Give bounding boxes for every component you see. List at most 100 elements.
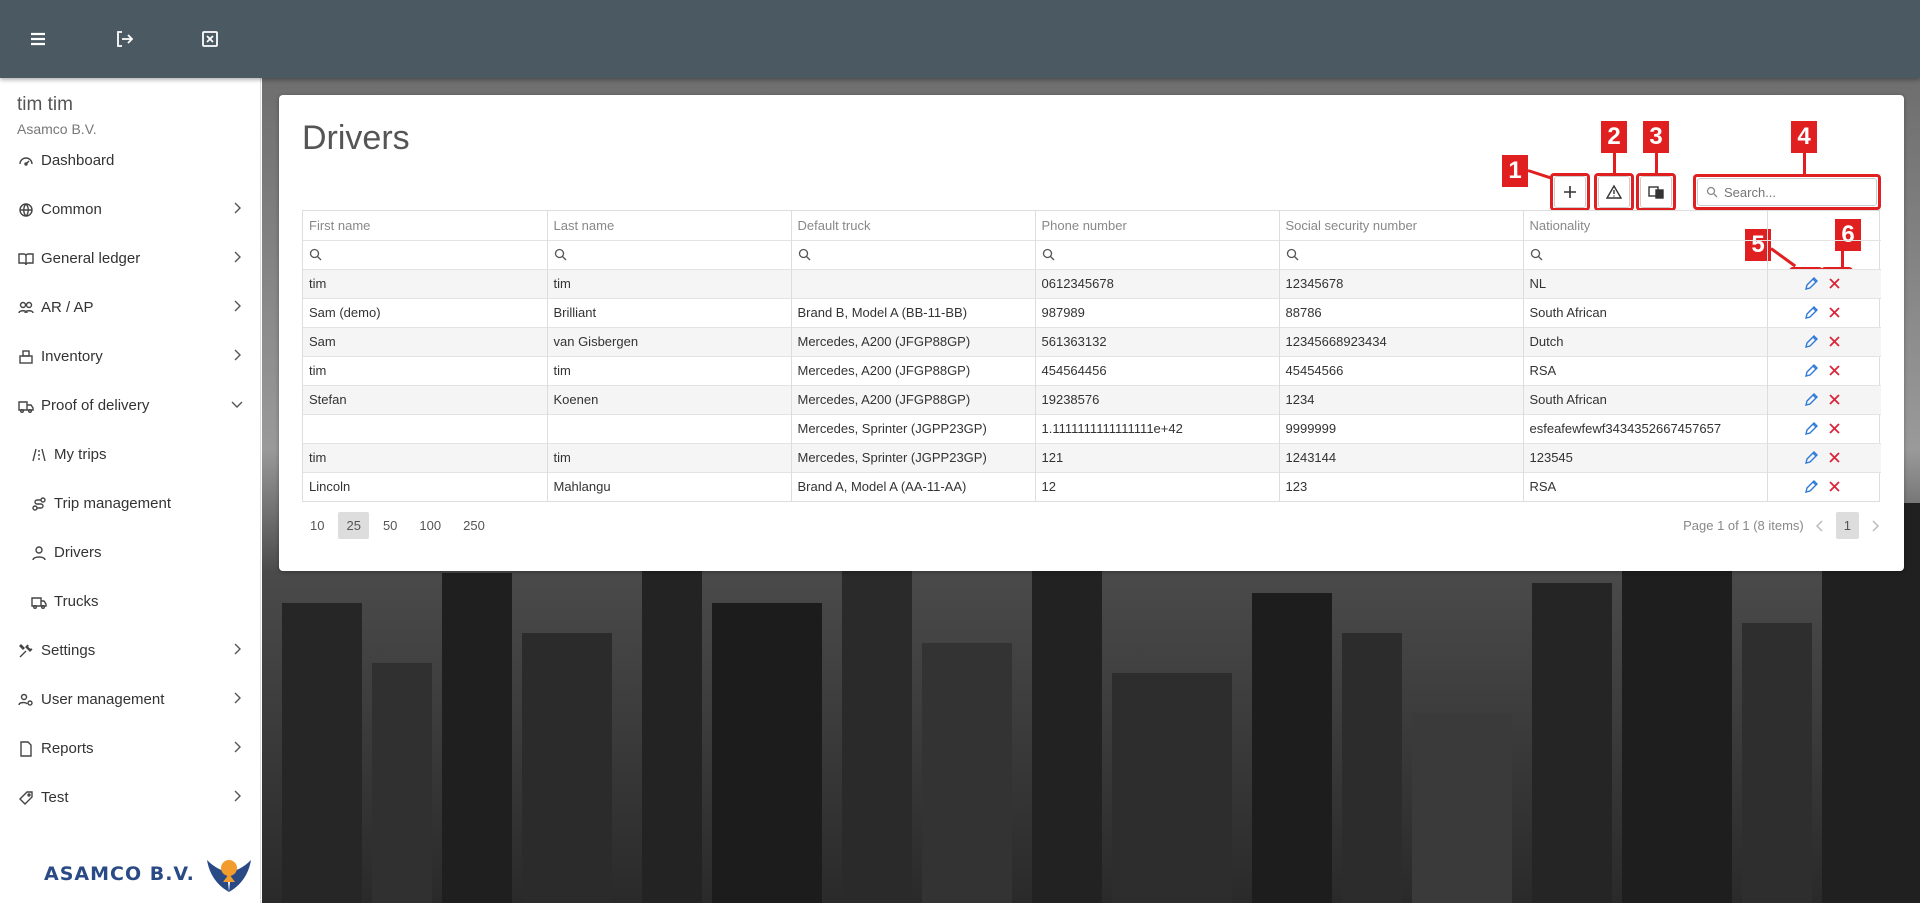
table-cell: 12 <box>1035 471 1280 501</box>
table-cell: Stefan <box>303 384 548 414</box>
table-row[interactable]: tim tim Mercedes, Sprinter (JGPP23GP) 121 12… <box>303 442 1881 472</box>
table-row[interactable]: Sam van Gisbergen Mercedes, A200 (JFGP88GP… <box>303 326 1881 356</box>
sidebar-item-label: General ledger <box>41 250 141 267</box>
filter-cell[interactable] <box>1523 239 1768 269</box>
sidebar-item-settings[interactable]: Settings <box>0 626 261 675</box>
edit-pencil-icon[interactable] <box>1804 450 1819 465</box>
delete-x-icon[interactable] <box>1827 392 1842 407</box>
sidebar-item-common[interactable]: Common <box>0 185 261 234</box>
column-chooser-button[interactable] <box>1640 176 1672 208</box>
company-name: Asamco B.V. <box>17 121 97 137</box>
pagination: Page 1 of 1 (8 items) 1 <box>1683 512 1881 539</box>
delete-x-icon[interactable] <box>1827 305 1842 320</box>
filter-cell[interactable] <box>791 239 1036 269</box>
filter-cell[interactable] <box>1279 239 1524 269</box>
column-header-first-name[interactable]: First name <box>303 211 548 240</box>
edit-pencil-icon[interactable] <box>1804 334 1819 349</box>
chevron-right-icon <box>234 790 241 802</box>
page-size-option[interactable]: 100 <box>411 512 449 539</box>
column-header-last-name[interactable]: Last name <box>547 211 792 240</box>
road-icon <box>30 446 48 464</box>
row-actions <box>1767 326 1881 356</box>
table-row[interactable]: Sam (demo) Brilliant Brand B, Model A (BB-… <box>303 297 1881 327</box>
search-input[interactable] <box>1724 184 1874 200</box>
sidebar-item-drivers[interactable]: Drivers <box>0 528 261 577</box>
search-field[interactable] <box>1697 178 1877 206</box>
page-size-option[interactable]: 250 <box>455 512 493 539</box>
warning-button[interactable] <box>1598 176 1630 208</box>
page-size-option[interactable]: 50 <box>375 512 405 539</box>
top-bar <box>0 0 1920 78</box>
table-row[interactable]: Stefan Koenen Mercedes, A200 (JFGP88GP) 192… <box>303 384 1881 414</box>
page-size-option-selected[interactable]: 25 <box>338 512 369 539</box>
row-actions <box>1767 297 1881 327</box>
search-icon <box>1286 248 1298 261</box>
table-cell: esfeafewfewf3434352667457657 <box>1523 413 1768 443</box>
table-cell: Brand B, Model A (BB-11-BB) <box>791 297 1036 327</box>
delete-x-icon[interactable] <box>1827 334 1842 349</box>
table-row[interactable]: Lincoln Mahlangu Brand A, Model A (AA-11-A… <box>303 471 1881 501</box>
chevron-left-icon[interactable] <box>1814 519 1826 533</box>
row-actions <box>1767 471 1881 501</box>
sidebar-item-my-trips[interactable]: My trips <box>0 430 261 479</box>
column-header-social-security-number[interactable]: Social security number <box>1279 211 1524 240</box>
table-cell <box>791 268 1036 298</box>
table-cell: 45454566 <box>1279 355 1524 385</box>
chevron-right-icon[interactable] <box>1869 519 1881 533</box>
sidebar-item-dashboard[interactable]: Dashboard <box>0 136 261 185</box>
sidebar-nav: Dashboard Common General ledger AR / AP … <box>0 136 261 822</box>
search-icon <box>309 248 322 261</box>
menu-icon[interactable] <box>22 23 54 55</box>
edit-pencil-icon[interactable] <box>1804 305 1819 320</box>
route-icon <box>30 495 48 513</box>
table-row[interactable]: tim tim 0612345678 12345678 NL <box>303 268 1881 298</box>
delete-x-icon[interactable] <box>1827 363 1842 378</box>
delete-x-icon[interactable] <box>1827 479 1842 494</box>
delete-x-icon[interactable] <box>1827 276 1842 291</box>
delete-x-icon[interactable] <box>1827 421 1842 436</box>
filter-cell[interactable] <box>303 239 548 269</box>
sidebar-item-ar-ap[interactable]: AR / AP <box>0 283 261 332</box>
edit-pencil-icon[interactable] <box>1804 421 1819 436</box>
sidebar-item-label: Inventory <box>41 348 103 365</box>
column-header-phone-number[interactable]: Phone number <box>1035 211 1280 240</box>
sidebar-item-test[interactable]: Test <box>0 773 261 822</box>
table-row[interactable]: Mercedes, Sprinter (JGPP23GP) 1.111111111… <box>303 413 1881 443</box>
column-header-nationality[interactable]: Nationality <box>1523 211 1768 240</box>
table-cell: Dutch <box>1523 326 1768 356</box>
row-actions <box>1767 442 1881 472</box>
close-window-icon[interactable] <box>194 23 226 55</box>
table-cell: RSA <box>1523 355 1768 385</box>
sidebar-item-reports[interactable]: Reports <box>0 724 261 773</box>
column-header-actions <box>1767 211 1881 240</box>
search-icon <box>1530 248 1542 261</box>
sidebar-item-proof-of-delivery[interactable]: Proof of delivery <box>0 381 261 430</box>
row-actions <box>1767 268 1881 298</box>
current-page-button[interactable]: 1 <box>1835 512 1859 539</box>
file-icon <box>17 740 35 758</box>
edit-pencil-icon[interactable] <box>1804 479 1819 494</box>
sidebar-item-trucks[interactable]: Trucks <box>0 577 261 626</box>
page-size-option[interactable]: 10 <box>302 512 332 539</box>
edit-pencil-icon[interactable] <box>1804 392 1819 407</box>
table-cell: tim <box>303 268 548 298</box>
edit-pencil-icon[interactable] <box>1804 363 1819 378</box>
sidebar-item-trip-management[interactable]: Trip management <box>0 479 261 528</box>
sidebar-item-inventory[interactable]: Inventory <box>0 332 261 381</box>
logout-icon[interactable] <box>108 23 140 55</box>
filter-cell-empty <box>1767 239 1881 269</box>
user-icon <box>30 544 48 562</box>
chevron-right-icon <box>234 300 241 312</box>
column-header-default-truck[interactable]: Default truck <box>791 211 1036 240</box>
delete-x-icon[interactable] <box>1827 450 1842 465</box>
filter-cell[interactable] <box>547 239 792 269</box>
edit-pencil-icon[interactable] <box>1804 276 1819 291</box>
sidebar-item-general-ledger[interactable]: General ledger <box>0 234 261 283</box>
dashboard-icon <box>17 152 35 170</box>
sidebar-item-user-management[interactable]: User management <box>0 675 261 724</box>
table-row[interactable]: tim tim Mercedes, A200 (JFGP88GP) 454564456… <box>303 355 1881 385</box>
filter-cell[interactable] <box>1035 239 1280 269</box>
table-cell: tim <box>303 355 548 385</box>
add-button[interactable] <box>1554 176 1586 208</box>
table-cell: 1243144 <box>1279 442 1524 472</box>
